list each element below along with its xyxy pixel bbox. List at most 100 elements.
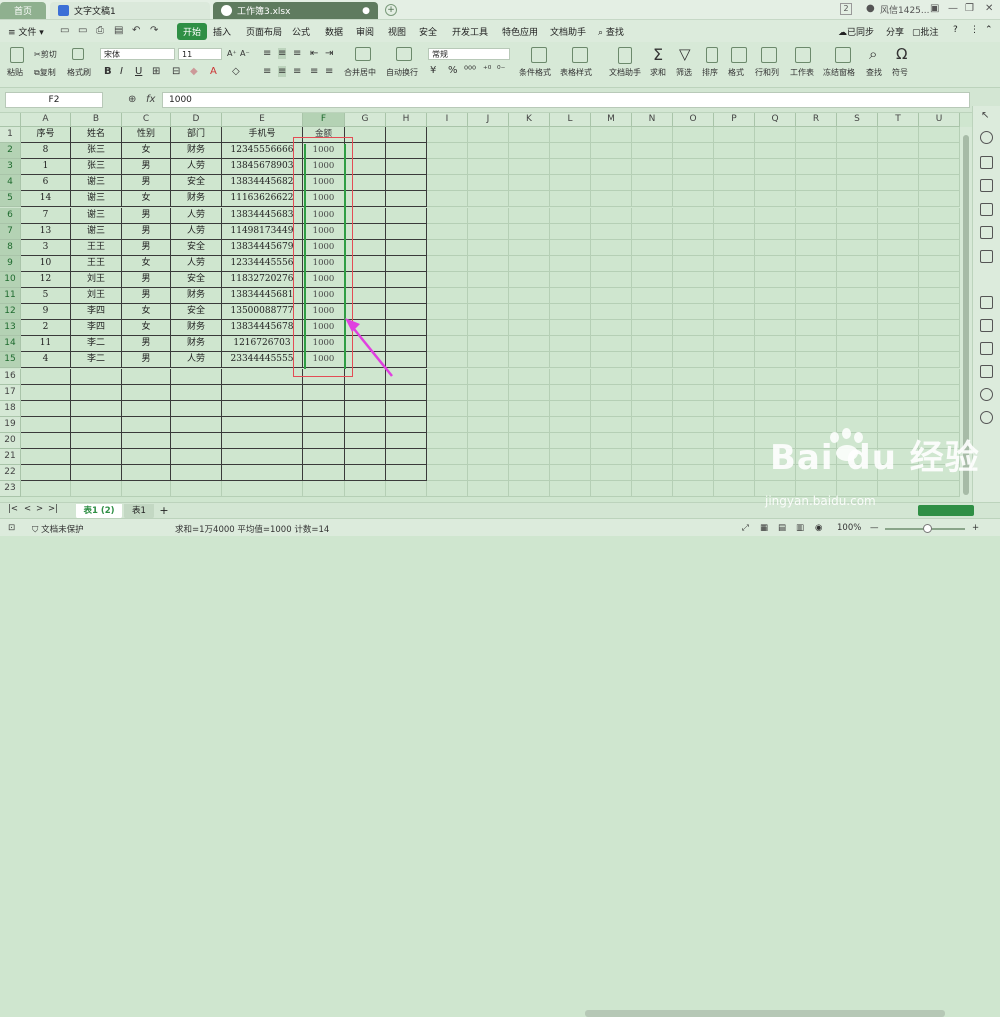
empty-cell[interactable] [714, 320, 755, 337]
empty-cell[interactable] [878, 481, 919, 498]
empty-cell[interactable] [591, 191, 632, 208]
row-header-17[interactable]: 17 [0, 384, 21, 401]
empty-cell[interactable] [919, 352, 960, 369]
empty-cell[interactable] [468, 432, 509, 449]
currency-icon[interactable]: ¥ [430, 65, 436, 76]
share-button[interactable]: 分享 [886, 25, 904, 38]
empty-cell[interactable] [714, 465, 755, 482]
empty-cell[interactable] [509, 481, 550, 498]
empty-cell[interactable] [714, 449, 755, 465]
empty-cell[interactable] [303, 432, 345, 449]
tab-close-icon[interactable]: ● [362, 6, 370, 16]
empty-cell[interactable] [796, 368, 837, 385]
layers-icon[interactable] [980, 319, 993, 332]
empty-cell[interactable] [837, 239, 878, 256]
empty-cell[interactable] [591, 207, 632, 224]
zoom-in-icon[interactable]: + [972, 523, 979, 533]
row-header-14[interactable]: 14 [0, 336, 21, 353]
empty-cell[interactable] [837, 143, 878, 160]
empty-cell[interactable] [837, 159, 878, 176]
empty-cell[interactable] [122, 432, 171, 449]
empty-cell[interactable] [21, 384, 71, 401]
table-cell[interactable]: 安全 [171, 271, 222, 288]
empty-cell[interactable] [919, 288, 960, 304]
empty-cell[interactable] [632, 368, 673, 385]
empty-cell[interactable] [303, 400, 345, 417]
empty-cell[interactable] [755, 175, 796, 192]
empty-cell[interactable] [427, 352, 468, 369]
row-header-1[interactable]: 1 [0, 127, 21, 143]
minimize-icon[interactable]: — [948, 3, 958, 14]
empty-cell[interactable] [468, 223, 509, 240]
align-left-icon[interactable]: ≡ [263, 66, 271, 77]
column-header-s[interactable]: S [837, 113, 878, 127]
empty-cell[interactable] [591, 175, 632, 192]
empty-cell[interactable] [919, 481, 960, 498]
pointer-icon[interactable]: ↖ [981, 110, 989, 121]
empty-cell[interactable] [122, 400, 171, 417]
empty-cell[interactable] [919, 336, 960, 353]
table-cell[interactable]: 王王 [71, 239, 122, 256]
empty-cell[interactable] [386, 400, 427, 417]
empty-cell[interactable] [632, 255, 673, 272]
empty-cell[interactable] [755, 223, 796, 240]
empty-cell[interactable] [509, 304, 550, 321]
table-cell[interactable]: 刘王 [71, 288, 122, 304]
empty-cell[interactable] [632, 304, 673, 321]
empty-cell[interactable] [386, 384, 427, 401]
empty-cell[interactable] [632, 352, 673, 369]
empty-cell[interactable] [468, 127, 509, 143]
style-icon[interactable] [980, 156, 993, 169]
print-preview-icon[interactable]: ▤ [114, 25, 123, 36]
wrap-text-button[interactable]: 自动换行 [386, 67, 418, 78]
bold-button[interactable]: B [104, 66, 112, 77]
table-cell[interactable]: 13834445683 [222, 207, 303, 224]
empty-cell[interactable] [919, 271, 960, 288]
filter-button[interactable]: 筛选 [676, 67, 692, 78]
empty-cell[interactable] [509, 175, 550, 192]
empty-cell[interactable] [427, 449, 468, 465]
export-pdf-icon[interactable]: ▭ [78, 25, 87, 36]
empty-cell[interactable] [386, 207, 427, 224]
row-header-16[interactable]: 16 [0, 368, 21, 385]
empty-cell[interactable] [796, 175, 837, 192]
empty-cell[interactable] [878, 320, 919, 337]
empty-cell[interactable] [632, 143, 673, 160]
empty-cell[interactable] [386, 271, 427, 288]
justify-icon[interactable]: ≡ [310, 66, 318, 77]
empty-cell[interactable] [550, 239, 591, 256]
empty-cell[interactable] [796, 336, 837, 353]
percent-icon[interactable]: % [448, 65, 458, 76]
empty-cell[interactable] [71, 368, 122, 385]
empty-cell[interactable] [122, 384, 171, 401]
column-header-k[interactable]: K [509, 113, 550, 127]
empty-cell[interactable] [796, 288, 837, 304]
fill-color-icon[interactable]: ◆ [190, 66, 198, 77]
empty-cell[interactable] [386, 239, 427, 256]
empty-cell[interactable] [796, 352, 837, 369]
symbol-button[interactable]: 符号 [892, 67, 908, 78]
column-header-a[interactable]: A [21, 113, 71, 127]
font-name-select[interactable]: 宋体 [100, 48, 175, 60]
table-cell[interactable]: 女 [122, 320, 171, 337]
empty-cell[interactable] [386, 175, 427, 192]
empty-cell[interactable] [21, 400, 71, 417]
empty-cell[interactable] [878, 191, 919, 208]
empty-cell[interactable] [673, 432, 714, 449]
empty-cell[interactable] [673, 336, 714, 353]
empty-cell[interactable] [427, 271, 468, 288]
empty-cell[interactable] [837, 223, 878, 240]
empty-cell[interactable] [714, 143, 755, 160]
empty-cell[interactable] [796, 159, 837, 176]
empty-cell[interactable] [837, 336, 878, 353]
empty-cell[interactable] [919, 191, 960, 208]
conditional-format-button[interactable]: 条件格式 [519, 67, 551, 78]
empty-cell[interactable] [427, 304, 468, 321]
empty-cell[interactable] [222, 449, 303, 465]
table-cell[interactable]: 人劳 [171, 255, 222, 272]
empty-cell[interactable] [796, 384, 837, 401]
collapse-ribbon-icon[interactable]: ⌃ [985, 25, 993, 35]
empty-cell[interactable] [303, 481, 345, 498]
menu-file[interactable]: ≡ 文件 ▾ [8, 25, 44, 38]
annotate-button[interactable]: ▢批注 [912, 25, 939, 38]
